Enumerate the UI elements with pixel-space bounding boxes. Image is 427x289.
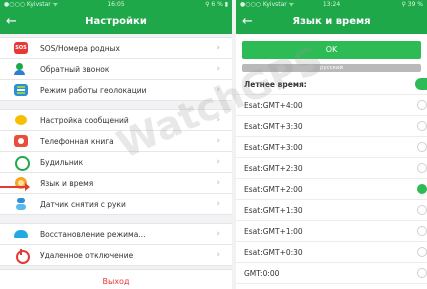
timezone-label: Esat:GMT+4:00 [244,101,303,110]
chevron-right-icon: › [216,64,220,74]
menu-item-label: Удаленное отключение [40,251,134,260]
menu-item-remote-shutdown[interactable]: Удаленное отключение › [0,245,232,266]
menu-item-messages[interactable]: Настройка сообщений › [0,110,232,131]
radio-empty-icon[interactable] [417,205,427,215]
timezone-option[interactable]: GMT:0:00 [236,263,427,284]
message-icon [14,114,28,126]
chevron-right-icon: › [216,136,220,146]
language-selector[interactable]: русский [242,64,421,72]
wrist-sensor-icon [14,198,28,210]
ok-button[interactable]: OK [242,41,421,59]
summer-time-toggle[interactable] [415,78,427,90]
timezone-option[interactable]: Esat:GMT+0:30 [236,242,427,263]
menu-item-label: Режим работы геолокации [40,86,147,95]
timezone-option[interactable]: Esat:GMT+1:30 [236,200,427,221]
chevron-right-icon: › [216,199,220,209]
page-title: Настройки [85,16,147,27]
timezone-list: Esat:GMT+4:00 Esat:GMT+3:30 Esat:GMT+3:00 E… [236,95,427,284]
timezone-label: Esat:GMT+3:00 [244,143,303,152]
chevron-right-icon: › [216,115,220,125]
timezone-label: Esat:GMT+0:30 [244,248,303,257]
battery-indicator: ⚲ 39 % [401,1,423,8]
menu-item-sos[interactable]: SOS SOS/Номера родных › [0,38,232,59]
menu-item-label: Восстановление режима... [40,230,146,239]
timezone-option[interactable]: Esat:GMT+4:00 [236,95,427,116]
menu-item-label: SOS/Номера родных [40,44,120,53]
radio-empty-icon[interactable] [417,121,427,131]
radio-empty-icon[interactable] [417,163,427,173]
timezone-label: Esat:GMT+1:00 [244,227,303,236]
settings-screen: ●○○○ Kyivstar ᯤ 16:05 ⚲ 6 % ▮ ← Настройк… [0,0,232,289]
menu-item-alarm[interactable]: Будильник › [0,152,232,173]
menu-item-restore-mode[interactable]: Восстановление режима... › [0,224,232,245]
page-title: Язык и время [292,16,371,27]
radio-empty-icon[interactable] [417,247,427,257]
timezone-label: GMT:0:00 [244,269,280,278]
timezone-option[interactable]: Esat:GMT+2:30 [236,158,427,179]
status-bar: ●○○○ Kyivstar ᯤ 13:24 ⚲ 39 % [236,0,427,10]
menu-item-language-time[interactable]: Язык и время › [0,173,232,194]
menu-item-phonebook[interactable]: Телефонная книга › [0,131,232,152]
chevron-right-icon: › [216,250,220,260]
nav-bar: ← Настройки [0,10,232,34]
pointer-arrow-icon [0,183,30,191]
timezone-option[interactable]: Esat:GMT+1:00 [236,221,427,242]
sos-icon: SOS [14,42,28,54]
menu-item-callback[interactable]: Обратный звонок › [0,59,232,80]
chevron-right-icon: › [216,157,220,167]
timezone-label: Esat:GMT+2:00 [244,185,303,194]
summer-time-label: Летнее время: [244,80,307,89]
summer-time-row: Летнее время: [236,74,427,95]
chevron-right-icon: › [216,43,220,53]
language-time-screen: ●○○○ Kyivstar ᯤ 13:24 ⚲ 39 % ← Язык и вр… [236,0,427,289]
timezone-label: Esat:GMT+2:30 [244,164,303,173]
menu-item-label: Язык и время [40,179,94,188]
exit-button[interactable]: Выход [0,270,232,289]
battery-indicator: ⚲ 6 % ▮ [205,1,228,8]
menu-item-label: Телефонная книга [40,137,114,146]
status-bar: ●○○○ Kyivstar ᯤ 16:05 ⚲ 6 % ▮ [0,0,232,10]
chevron-right-icon: › [216,85,220,95]
menu-item-label: Настройка сообщений [40,116,129,125]
phone-callback-icon [14,63,28,75]
geolocation-icon [14,84,28,96]
clock: 16:05 [107,1,125,8]
section-divider [0,215,232,224]
timezone-option[interactable]: Esat:GMT+2:00 [236,179,427,200]
timezone-option[interactable]: Esat:GMT+3:30 [236,116,427,137]
radio-empty-icon[interactable] [417,100,427,110]
phonebook-icon [14,135,28,147]
chevron-right-icon: › [216,178,220,188]
menu-item-wrist-sensor[interactable]: Датчик снятия с руки › [0,194,232,215]
radio-empty-icon[interactable] [417,226,427,236]
menu-item-label: Датчик снятия с руки [40,200,126,209]
menu-item-label: Обратный звонок [40,65,110,74]
timezone-label: Esat:GMT+1:30 [244,206,303,215]
alarm-icon [14,156,30,171]
menu-item-label: Будильник [40,158,84,167]
menu-item-geolocation[interactable]: Режим работы геолокации › [0,80,232,101]
radio-empty-icon[interactable] [417,268,427,278]
radio-empty-icon[interactable] [417,142,427,152]
clock: 13:24 [322,1,341,8]
chevron-right-icon: › [216,229,220,239]
power-icon [14,249,30,264]
restore-icon [14,228,28,240]
timezone-option[interactable]: Esat:GMT+3:00 [236,137,427,158]
timezone-label: Esat:GMT+3:30 [244,122,303,131]
nav-bar: ← Язык и время [236,10,427,34]
section-divider [0,101,232,110]
radio-selected-icon[interactable] [417,184,427,194]
